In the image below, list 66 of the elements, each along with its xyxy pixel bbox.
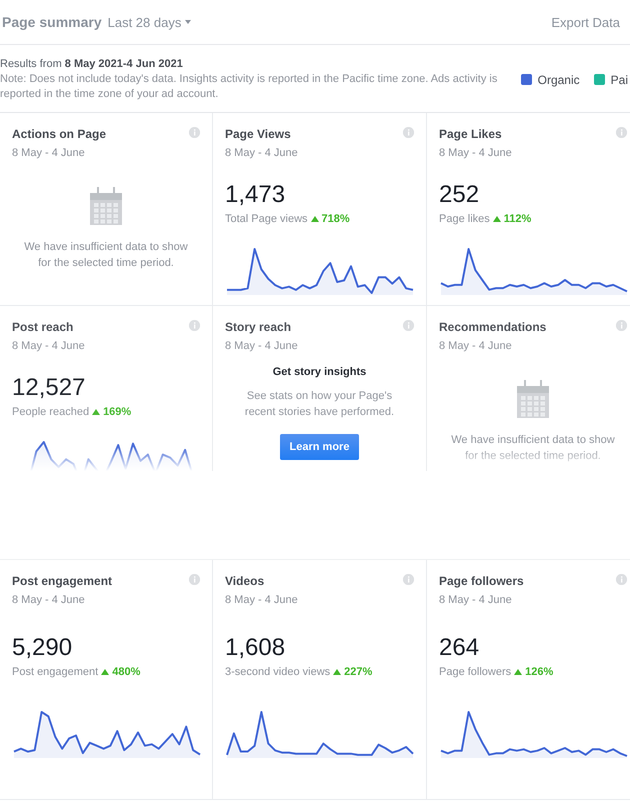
info-icon[interactable] bbox=[189, 574, 200, 585]
info-icon[interactable] bbox=[189, 127, 200, 138]
caret-icon[interactable] bbox=[185, 20, 192, 24]
change-percent: 718% bbox=[322, 213, 350, 225]
date-range: 8 May - 4 June bbox=[12, 147, 86, 159]
date-range: 8 May - 4 June bbox=[12, 594, 86, 606]
card-title: Page Views bbox=[225, 127, 292, 141]
legend-label: Pai bbox=[610, 72, 628, 86]
card-title: Page Likes bbox=[439, 127, 503, 141]
date-range: 8 May - 4 June bbox=[225, 340, 299, 352]
info-icon[interactable] bbox=[189, 320, 200, 331]
metric-value: 1,473 bbox=[225, 181, 286, 209]
up-arrow-icon bbox=[333, 669, 342, 675]
up-arrow-icon bbox=[101, 669, 110, 675]
date-range: 8 May - 4 June bbox=[12, 340, 86, 352]
change-percent: 126% bbox=[525, 666, 554, 678]
empty-message: We have insufficient data to show for the selected time period. bbox=[23, 240, 189, 271]
metric-caption: People reached bbox=[12, 406, 90, 418]
date-range: 8 May - 4 June bbox=[225, 594, 299, 606]
metric-caption: Total Page views bbox=[225, 213, 308, 225]
change-percent: 227% bbox=[344, 666, 372, 678]
card-title: Post reach bbox=[12, 320, 74, 334]
metric-value: 264 bbox=[439, 634, 480, 662]
metric-value: 12,527 bbox=[12, 374, 86, 402]
metric-value: 1,608 bbox=[225, 634, 286, 662]
metric-caption: 3-second video views bbox=[225, 666, 330, 678]
story-description: See stats on how your Page's recent stories have performed. bbox=[244, 389, 396, 420]
metric-caption: Post engagement bbox=[12, 666, 98, 678]
metric-value: 252 bbox=[439, 181, 480, 209]
up-arrow-icon bbox=[92, 409, 100, 415]
page-title: Page summary bbox=[2, 14, 102, 30]
results-range: Results from 8 May 2021-4 Jun 2021 bbox=[0, 58, 183, 70]
card-title: Post engagement bbox=[12, 574, 114, 588]
calendar-icon bbox=[517, 380, 549, 418]
learn-more-button[interactable]: Learn more bbox=[280, 434, 360, 460]
date-range: 8 May - 4 June bbox=[225, 147, 299, 159]
period-dropdown[interactable]: Last 28 days bbox=[108, 14, 182, 30]
legend-label: Organic bbox=[538, 72, 580, 86]
change-percent: 480% bbox=[112, 666, 140, 678]
story-heading: Get story insights bbox=[272, 366, 368, 378]
metric-value: 5,290 bbox=[12, 634, 74, 662]
date-range: 8 May - 4 June bbox=[439, 340, 513, 352]
info-icon[interactable] bbox=[403, 320, 414, 331]
card-title: Actions on Page bbox=[12, 127, 108, 141]
info-icon[interactable] bbox=[616, 320, 627, 331]
empty-message: We have insufficient data to show for the selected time period. bbox=[450, 433, 616, 464]
card-title: Videos bbox=[225, 574, 266, 588]
up-arrow-icon bbox=[514, 669, 522, 675]
change-percent: 112% bbox=[504, 213, 532, 225]
card-title: Recommendations bbox=[439, 320, 548, 334]
metric-caption: Page likes bbox=[439, 213, 490, 225]
info-icon[interactable] bbox=[616, 574, 627, 585]
export-link[interactable]: Export Data bbox=[551, 14, 620, 30]
calendar-icon bbox=[90, 187, 122, 225]
change-percent: 169% bbox=[103, 406, 132, 418]
info-icon[interactable] bbox=[616, 127, 627, 138]
date-range: 8 May - 4 June bbox=[439, 147, 513, 159]
info-icon[interactable] bbox=[403, 127, 414, 138]
metric-caption: Page followers bbox=[439, 666, 512, 678]
up-arrow-icon bbox=[310, 216, 319, 222]
up-arrow-icon bbox=[492, 216, 501, 222]
date-range: 8 May - 4 June bbox=[439, 594, 513, 606]
info-icon[interactable] bbox=[403, 574, 414, 585]
card-title: Story reach bbox=[225, 320, 292, 334]
card-title: Page followers bbox=[439, 574, 525, 588]
note-text: Note: Does not include today's data. Insights activity is reported in the Pacific time zone. Ads activity is reported in the time zone of your ad account. bbox=[0, 72, 498, 102]
